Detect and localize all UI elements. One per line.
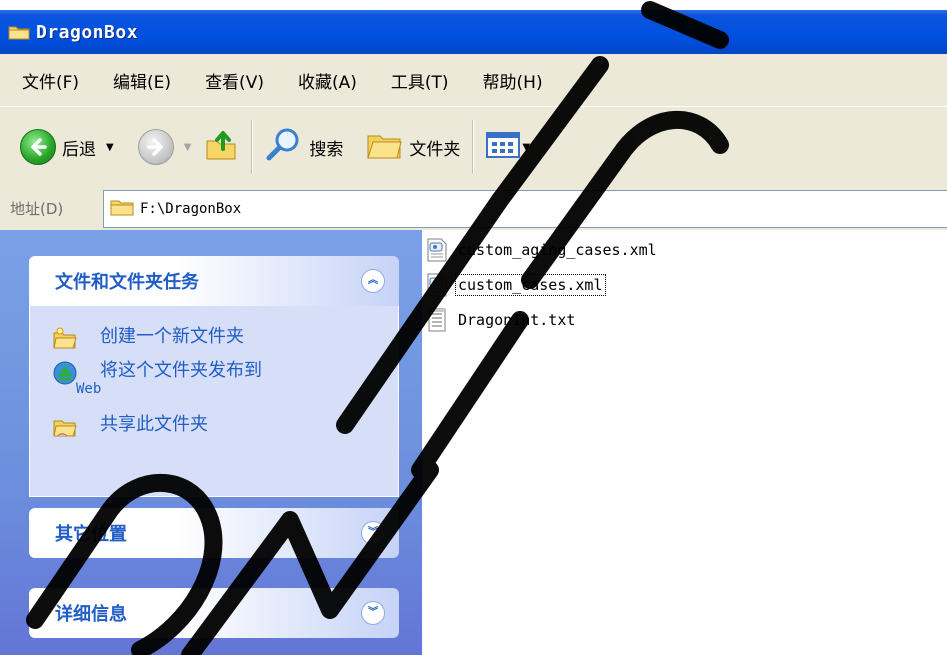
window-title: DragonBox: [36, 21, 139, 43]
forward-dropdown-icon[interactable]: ▼: [184, 142, 192, 153]
menu-file[interactable]: 文件(F): [0, 68, 91, 93]
new-folder-icon: [52, 326, 77, 350]
back-dropdown-icon[interactable]: ▼: [106, 142, 114, 153]
panel-title: 详细信息: [55, 604, 127, 625]
views-button[interactable]: ▼: [480, 117, 536, 177]
panel-title: 文件和文件夹任务: [55, 272, 199, 293]
xml-file-icon: [426, 273, 448, 297]
toolbar-separator: [251, 120, 254, 174]
folders-button[interactable]: 文件夹: [359, 117, 466, 177]
address-path: F:\DragonBox: [140, 201, 242, 217]
views-icon: [486, 131, 521, 163]
details-group: 详细信息 ︾: [29, 588, 399, 638]
task-label: 创建一个新文件夹: [100, 326, 244, 347]
toolbar: 后退 ▼ ▼ 搜索 文件夹 ▼: [0, 106, 947, 187]
other-places-group: 其它位置 ︾: [29, 508, 399, 558]
back-arrow-icon: [20, 129, 56, 165]
search-label: 搜索: [309, 139, 344, 160]
up-button[interactable]: [197, 117, 245, 177]
back-label: 后退: [62, 139, 96, 160]
text-file-icon: [426, 308, 448, 332]
toolbar-separator: [472, 120, 475, 174]
forward-button[interactable]: ▼: [132, 117, 198, 177]
folders-icon: [365, 128, 403, 166]
task-label: 将这个文件夹发布到 Web: [76, 360, 262, 396]
panel-title: 其它位置: [55, 524, 127, 545]
task-share-folder[interactable]: 共享此文件夹: [52, 414, 208, 438]
task-pane: 文件和文件夹任务 ︽ 创建一个新文件夹 将这个文件夹发布到 Web 共享此文件夹…: [0, 230, 422, 655]
folder-icon: [8, 24, 30, 40]
address-input[interactable]: F:\DragonBox: [103, 190, 947, 228]
title-bar[interactable]: DragonBox: [0, 10, 947, 54]
search-button[interactable]: 搜索: [259, 117, 349, 177]
file-folder-tasks-header[interactable]: 文件和文件夹任务 ︽: [29, 256, 399, 306]
task-publish-web[interactable]: 将这个文件夹发布到 Web: [52, 360, 262, 396]
file-folder-tasks-group: 文件和文件夹任务 ︽ 创建一个新文件夹 将这个文件夹发布到 Web 共享此文件夹: [29, 256, 399, 497]
other-places-header[interactable]: 其它位置 ︾: [29, 508, 399, 558]
file-item[interactable]: custom_cases.xml: [426, 271, 606, 299]
folder-icon: [110, 198, 134, 220]
chevron-down-icon[interactable]: ︾: [361, 601, 385, 625]
menu-tools[interactable]: 工具(T): [369, 68, 461, 93]
back-button[interactable]: 后退 ▼: [14, 117, 120, 177]
menu-bar: 文件(F) 编辑(E) 查看(V) 收藏(A) 工具(T) 帮助(H): [0, 54, 947, 106]
menu-view[interactable]: 查看(V): [183, 68, 276, 93]
task-label: 共享此文件夹: [100, 414, 208, 435]
share-folder-icon: [52, 414, 77, 438]
xml-file-icon: [426, 238, 448, 262]
task-new-folder[interactable]: 创建一个新文件夹: [52, 326, 244, 350]
file-folder-tasks-body: 创建一个新文件夹 将这个文件夹发布到 Web 共享此文件夹: [29, 306, 399, 497]
file-name: DragonInt.txt: [458, 311, 576, 329]
folders-label: 文件夹: [409, 139, 461, 160]
address-bar: 地址(D) F:\DragonBox: [0, 186, 947, 230]
file-item[interactable]: DragonInt.txt: [426, 306, 577, 334]
views-dropdown-icon[interactable]: ▼: [522, 142, 530, 153]
chevron-down-icon[interactable]: ︾: [361, 521, 385, 545]
menu-favorites[interactable]: 收藏(A): [276, 68, 369, 93]
file-name: custom_cases.xml: [455, 274, 606, 296]
up-folder-icon: [203, 127, 239, 167]
details-header[interactable]: 详细信息 ︾: [29, 588, 399, 638]
task-label-sub: Web: [76, 381, 102, 397]
chevron-up-icon[interactable]: ︽: [361, 269, 385, 293]
forward-arrow-icon: [137, 129, 174, 165]
file-name: custom_aging_cases.xml: [458, 241, 657, 259]
menu-edit[interactable]: 编辑(E): [91, 68, 183, 93]
search-magnifier-icon: [265, 126, 303, 168]
task-label-main: 将这个文件夹发布到: [100, 360, 262, 381]
address-label: 地址(D): [10, 199, 64, 218]
publish-web-icon: [52, 360, 77, 385]
file-item[interactable]: custom_aging_cases.xml: [426, 236, 659, 264]
menu-help[interactable]: 帮助(H): [461, 68, 555, 93]
